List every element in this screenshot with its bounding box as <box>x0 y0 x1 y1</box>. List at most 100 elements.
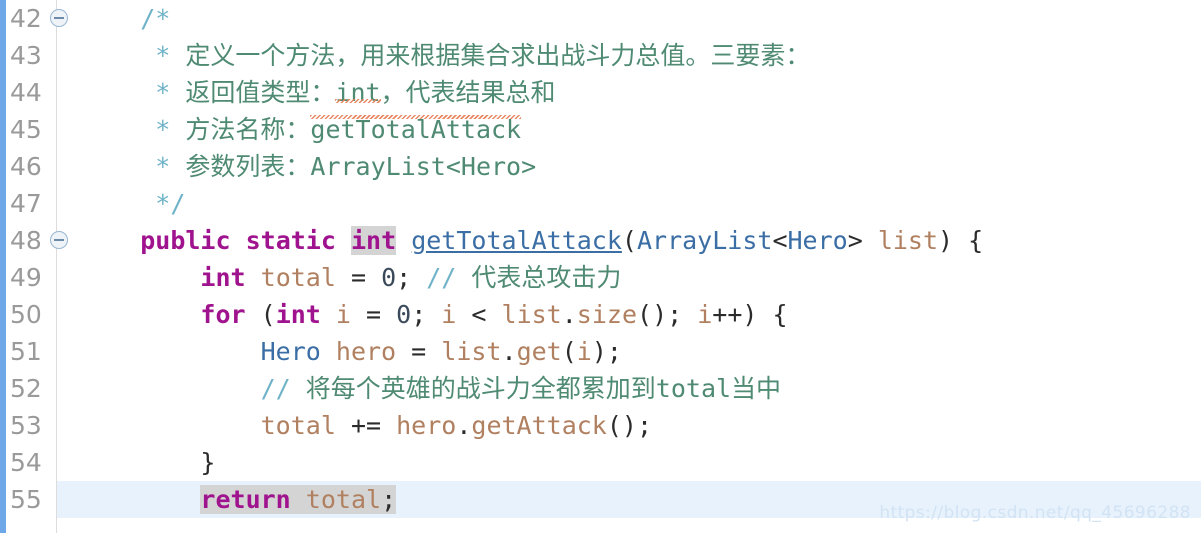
code-line[interactable]: 54 } <box>0 444 1201 481</box>
code-line[interactable]: 45 * 方法名称：getTotalAttack <box>0 111 1201 148</box>
code-token: total <box>260 411 336 440</box>
line-number: 52 <box>10 374 42 403</box>
code-token: static <box>245 226 336 255</box>
code-token: for <box>200 300 246 329</box>
code-token: = <box>350 300 397 329</box>
code-token: hero <box>335 337 397 366</box>
code-token: hero <box>396 411 457 440</box>
code-token: 代表总攻击力 <box>456 263 622 292</box>
line-number: 55 <box>10 485 42 514</box>
code-token: / <box>170 189 186 218</box>
code-token: * <box>155 78 171 107</box>
line-number: 43 <box>10 41 42 70</box>
code-line[interactable]: 46 * 参数列表：ArrayList<Hero> <box>0 148 1201 185</box>
code-token: 0 <box>396 300 412 329</box>
code-token: * <box>155 189 171 218</box>
code-token: int <box>200 263 246 292</box>
code-line-content: * 参数列表：ArrayList<Hero> <box>80 148 536 185</box>
code-line[interactable]: 53 total += hero.getAttack(); <box>0 407 1201 444</box>
code-line[interactable]: 51 Hero hero = list.get(i); <box>0 333 1201 370</box>
code-token: (); <box>637 300 698 329</box>
fold-collapse-icon[interactable] <box>50 231 68 249</box>
code-line-content: * 方法名称：getTotalAttack <box>80 111 521 148</box>
code-line-content: public static int getTotalAttack(ArrayLi… <box>80 222 983 259</box>
code-token: getTotalAttack <box>411 226 622 255</box>
code-token: total <box>260 263 336 292</box>
code-token: size <box>576 300 638 329</box>
code-line-content: * 定义一个方法，用来根据集合求出战斗力总值。三要素： <box>80 37 810 74</box>
code-token: i <box>697 300 713 329</box>
code-token: 参数列表： <box>170 152 311 181</box>
code-token: Hero <box>787 226 848 255</box>
code-token: * <box>155 115 171 144</box>
line-number: 51 <box>10 337 42 366</box>
code-token: ; <box>396 263 427 292</box>
code-token: int <box>275 300 321 329</box>
code-token: ArrayList <box>636 226 773 255</box>
code-token: getAttack <box>471 411 607 440</box>
code-token: < <box>772 226 788 255</box>
code-token: int <box>350 226 397 255</box>
code-token: ( <box>621 226 637 255</box>
code-token: ++) { <box>712 300 788 329</box>
code-line[interactable]: 55 return total; <box>0 481 1201 518</box>
code-text-area[interactable]: 42 /* 43 * 定义一个方法，用来根据集合求出战斗力总值。三要素： 44 * … <box>0 0 1201 533</box>
code-token: (); <box>606 411 653 440</box>
line-number: 49 <box>10 263 42 292</box>
code-line[interactable]: 50 for (int i = 0; i < list.size(); i++)… <box>0 296 1201 333</box>
code-token: += <box>335 411 397 440</box>
code-token: // <box>426 263 457 292</box>
code-token: 返回值类型： <box>170 78 336 107</box>
line-number: 54 <box>10 448 42 477</box>
code-token: 方法名称： <box>170 115 311 144</box>
line-number: 45 <box>10 115 42 144</box>
code-line-content: */ <box>80 185 185 222</box>
fold-collapse-icon[interactable] <box>50 9 68 27</box>
line-number: 53 <box>10 411 42 440</box>
line-number: 48 <box>10 226 42 255</box>
code-token: ( <box>245 300 276 329</box>
code-token: 0 <box>381 263 397 292</box>
code-line[interactable]: 44 * 返回值类型：int，代表结果总和 <box>0 74 1201 111</box>
code-token: list <box>877 226 939 255</box>
code-line-content: Hero hero = list.get(i); <box>80 333 622 370</box>
code-line[interactable]: 43 * 定义一个方法，用来根据集合求出战斗力总值。三要素： <box>0 37 1201 74</box>
code-token: * <box>155 152 171 181</box>
code-line[interactable]: 52 // 将每个英雄的战斗力全都累加到total当中 <box>0 370 1201 407</box>
line-number: 46 <box>10 152 42 181</box>
code-token: > <box>847 226 878 255</box>
code-token: 定义一个方法，用来根据集合求出战斗力总值。三要素： <box>170 41 811 70</box>
code-token <box>290 485 306 514</box>
code-editor: 42 /* 43 * 定义一个方法，用来根据集合求出战斗力总值。三要素： 44 * … <box>0 0 1201 533</box>
code-token: int <box>335 78 381 107</box>
code-line-content: } <box>80 444 215 481</box>
code-token: 将每个英雄的战斗力全都累加到total当中 <box>290 374 782 403</box>
code-line[interactable]: 42 /* <box>0 0 1201 37</box>
code-token: /* <box>140 4 171 33</box>
code-token: . <box>456 411 472 440</box>
code-line[interactable]: 48 public static int getTotalAttack(Arra… <box>0 222 1201 259</box>
code-token: i <box>441 300 457 329</box>
code-line[interactable]: 49 int total = 0; // 代表总攻击力 <box>0 259 1201 296</box>
code-token: * <box>155 41 171 70</box>
code-line[interactable]: 47 */ <box>0 185 1201 222</box>
code-token: list <box>501 300 562 329</box>
code-line-content: // 将每个英雄的战斗力全都累加到total当中 <box>80 370 781 407</box>
code-token: ; <box>411 300 442 329</box>
